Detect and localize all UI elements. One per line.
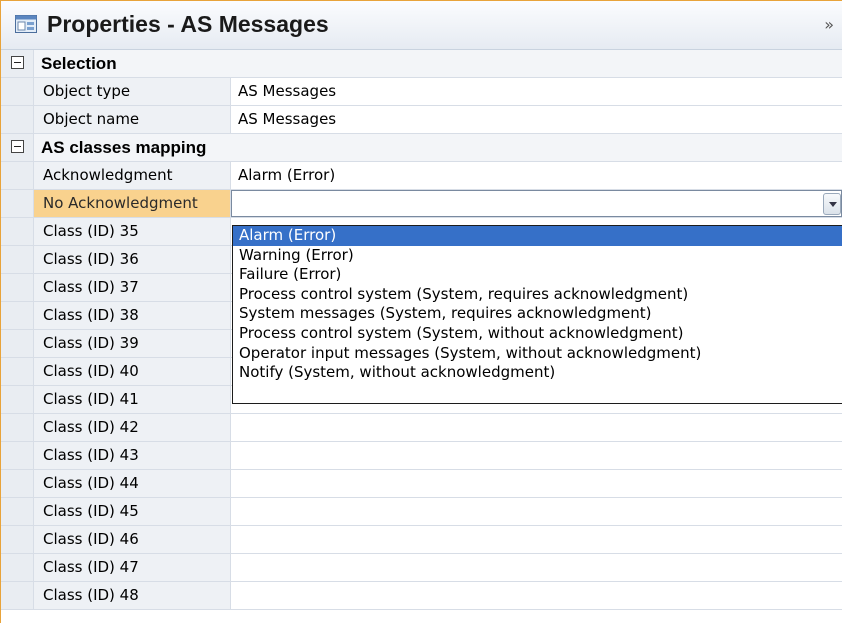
row-gutter (1, 330, 34, 357)
dropdown-option[interactable]: Process control system (System, without … (233, 324, 842, 344)
chevron-down-icon[interactable] (823, 193, 841, 215)
row-gutter (1, 50, 34, 77)
property-value[interactable] (231, 414, 842, 445)
panel-title: Properties - AS Messages (47, 11, 329, 37)
property-name[interactable]: Class (ID) 43 (34, 442, 231, 469)
row-gutter (1, 106, 34, 133)
property-row[interactable]: Acknowledgment Alarm (Error) (1, 162, 842, 190)
property-name[interactable]: Class (ID) 38 (34, 302, 231, 329)
property-value[interactable] (231, 442, 842, 473)
property-name[interactable]: Class (ID) 46 (34, 526, 231, 553)
row-gutter (1, 582, 34, 609)
dropdown-option[interactable]: Alarm (Error) (233, 226, 842, 246)
property-value[interactable] (231, 554, 842, 585)
row-gutter (1, 498, 34, 525)
property-name[interactable]: Class (ID) 42 (34, 414, 231, 441)
row-gutter (1, 274, 34, 301)
property-row[interactable]: Class (ID) 47 (1, 554, 842, 582)
property-row[interactable]: Class (ID) 46 (1, 526, 842, 554)
row-gutter (1, 302, 34, 329)
property-name[interactable]: Class (ID) 35 (34, 218, 231, 245)
property-value[interactable] (231, 582, 842, 613)
property-row[interactable]: No Acknowledgment (1, 190, 842, 218)
property-value[interactable] (231, 526, 842, 557)
row-gutter (1, 442, 34, 469)
row-gutter (1, 246, 34, 273)
property-row[interactable]: Class (ID) 44 (1, 470, 842, 498)
property-row[interactable]: Class (ID) 45 (1, 498, 842, 526)
row-gutter (1, 470, 34, 497)
property-value[interactable] (231, 498, 842, 529)
property-value[interactable]: AS Messages (231, 78, 842, 109)
row-gutter (1, 134, 34, 161)
row-gutter (1, 554, 34, 581)
property-name[interactable]: Class (ID) 44 (34, 470, 231, 497)
minus-box-icon[interactable] (11, 140, 24, 153)
property-name[interactable]: Class (ID) 40 (34, 358, 231, 385)
property-name[interactable]: Class (ID) 45 (34, 498, 231, 525)
property-name[interactable]: Class (ID) 41 (34, 386, 231, 413)
dropdown-option[interactable]: Failure (Error) (233, 265, 842, 285)
dropdown-option[interactable]: Process control system (System, requires… (233, 285, 842, 305)
dropdown-option[interactable]: Operator input messages (System, without… (233, 344, 842, 364)
property-name[interactable]: Object type (34, 78, 231, 105)
dropdown-option[interactable]: System messages (System, requires acknow… (233, 304, 842, 324)
property-name[interactable]: Acknowledgment (34, 162, 231, 189)
category-row[interactable]: AS classes mapping (1, 134, 842, 162)
property-row[interactable]: Object name AS Messages (1, 106, 842, 134)
dropdown-option[interactable]: Warning (Error) (233, 246, 842, 266)
row-gutter (1, 218, 34, 245)
row-gutter (1, 386, 34, 413)
property-name[interactable]: Class (ID) 36 (34, 246, 231, 273)
properties-panel: Properties - AS Messages » Selection Obje… (0, 0, 842, 623)
property-value[interactable] (231, 470, 842, 501)
title-bar: Properties - AS Messages » (1, 1, 842, 50)
dropdown-option[interactable]: Notify (System, without acknowledgment) (233, 363, 842, 383)
property-value-combobox[interactable] (231, 190, 842, 217)
row-gutter (1, 162, 34, 189)
value-dropdown-list[interactable]: Alarm (Error) Warning (Error) Failure (Err… (232, 225, 842, 404)
property-row[interactable]: Class (ID) 43 (1, 442, 842, 470)
property-name[interactable]: Class (ID) 39 (34, 330, 231, 357)
row-gutter (1, 526, 34, 553)
category-label: Selection (41, 54, 117, 73)
category-row[interactable]: Selection (1, 50, 842, 78)
property-row[interactable]: Class (ID) 48 (1, 582, 842, 610)
property-value[interactable]: AS Messages (231, 106, 842, 137)
property-row[interactable]: Class (ID) 42 (1, 414, 842, 442)
row-gutter (1, 78, 34, 105)
property-name[interactable]: Class (ID) 47 (34, 554, 231, 581)
minus-box-icon[interactable] (11, 56, 24, 69)
property-name[interactable]: Object name (34, 106, 231, 133)
property-name[interactable]: Class (ID) 37 (34, 274, 231, 301)
category-label: AS classes mapping (41, 138, 207, 157)
property-row[interactable]: Object type AS Messages (1, 78, 842, 106)
property-value[interactable]: Alarm (Error) (231, 162, 842, 193)
properties-window-icon (15, 15, 37, 33)
row-gutter (1, 414, 34, 441)
property-name[interactable]: Class (ID) 48 (34, 582, 231, 609)
collapse-panel-button[interactable]: » (824, 15, 834, 34)
row-gutter (1, 358, 34, 385)
row-gutter (1, 190, 34, 217)
property-name[interactable]: No Acknowledgment (34, 190, 231, 217)
